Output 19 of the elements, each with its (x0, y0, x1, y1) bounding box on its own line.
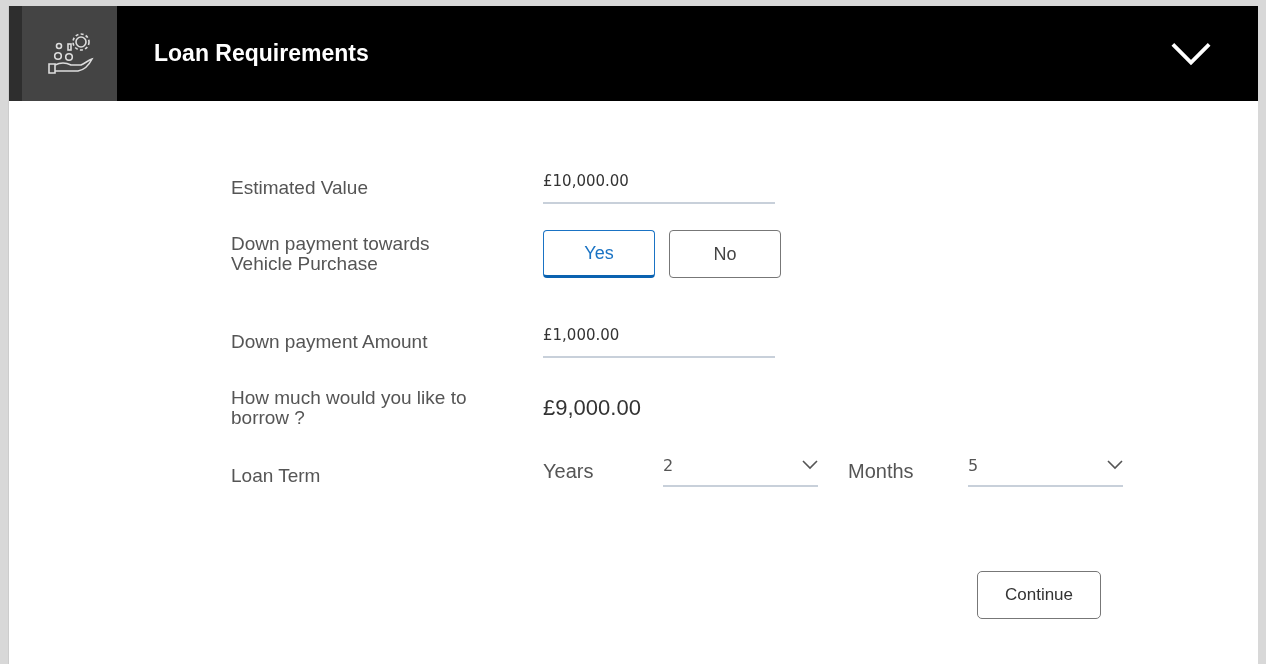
toggle-button[interactable]: Yes (543, 230, 655, 278)
dropdown-field[interactable]: 5 (968, 455, 1123, 487)
field-label: Down payment towards Vehicle Purchase (231, 234, 431, 274)
input-field[interactable]: £10,000.00 (543, 172, 775, 204)
select-label: Months (848, 459, 915, 483)
toggle-button[interactable]: No (669, 230, 781, 278)
section-title: Loan Requirements (154, 40, 370, 67)
chevron-down-icon[interactable] (1107, 460, 1123, 470)
field-label: Down payment Amount (231, 332, 429, 352)
field-label: Loan Term (231, 466, 322, 486)
input-field[interactable]: £1,000.00 (543, 326, 775, 358)
chevron-down-icon[interactable] (802, 460, 818, 470)
select-label: Years (543, 459, 595, 483)
borrow-amount: £9,000.00 (543, 395, 641, 420)
dropdown-field[interactable]: 2 (663, 455, 818, 487)
continue-button[interactable]: Continue (977, 571, 1101, 619)
chevron-down-icon[interactable] (1170, 40, 1212, 67)
field-label: How much would you like to borrow ? (231, 388, 468, 428)
field-label: Estimated Value (231, 178, 369, 198)
